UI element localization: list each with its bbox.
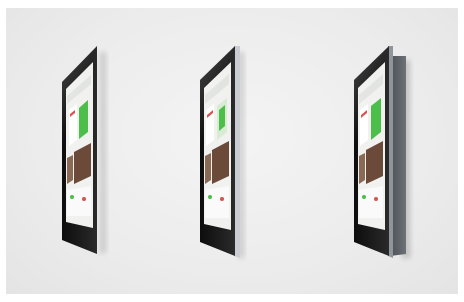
- devices-illustration: [62, 46, 410, 258]
- device-2-silver-edge: [200, 46, 244, 258]
- device-3-back-box: [354, 46, 410, 258]
- device-1-flush: [62, 46, 106, 254]
- product-photo: [0, 0, 464, 302]
